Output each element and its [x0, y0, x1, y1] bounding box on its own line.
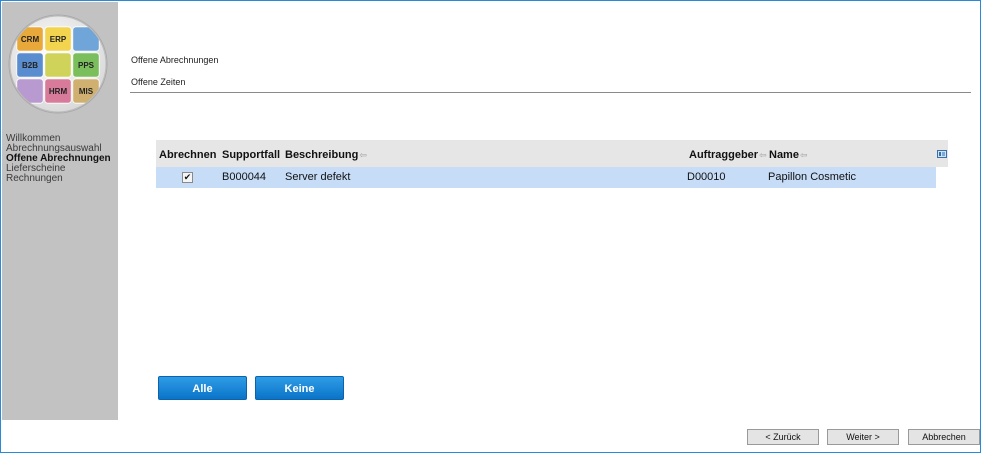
column-header-name-label: Name: [769, 149, 799, 161]
column-chooser-icon[interactable]: [937, 150, 947, 158]
logo-piece-label: CRM: [21, 35, 40, 44]
column-header-auftraggeber[interactable]: Auftraggeber⇦: [689, 149, 767, 161]
next-button[interactable]: Weiter >: [827, 429, 899, 445]
header-divider: [130, 92, 971, 93]
sidebar-nav: Willkommen Abrechnungsauswahl Offene Abr…: [6, 134, 111, 184]
cancel-button[interactable]: Abbrechen: [908, 429, 980, 445]
select-none-button[interactable]: Keine: [255, 376, 344, 400]
billing-table: Abrechnen Supportfall Beschreibung⇦ Auft…: [156, 140, 948, 188]
cell-auftraggeber: D00010: [687, 171, 726, 183]
cell-supportfall: B000044: [222, 171, 267, 183]
column-header-beschreibung-label: Beschreibung: [285, 149, 359, 161]
abrechnen-checkbox[interactable]: ✔: [182, 172, 193, 183]
header-link-offene-abrechnungen[interactable]: Offene Abrechnungen: [131, 55, 218, 65]
logo-puzzle-piece: [16, 78, 44, 104]
table-row[interactable]: ✔ B000044 Server defekt D00010 Papillon …: [156, 167, 936, 188]
column-header-supportfall-label: Supportfall: [222, 149, 281, 161]
logo-puzzle-piece: [72, 26, 100, 52]
logo-piece-label: B2B: [22, 61, 38, 70]
cell-name: Papillon Cosmetic: [768, 171, 857, 183]
sidebar: CRM ERP B2B PPS HRM MIS Willkommen Abrechnung…: [2, 2, 118, 420]
sort-arrow-icon[interactable]: ⇦: [359, 150, 367, 160]
logo-piece-label: HRM: [49, 87, 68, 96]
logo-piece-label: MIS: [79, 87, 94, 96]
column-header-name[interactable]: Name⇦: [769, 149, 808, 161]
select-all-button[interactable]: Alle: [158, 376, 247, 400]
cell-beschreibung: Server defekt: [285, 171, 351, 183]
column-header-auftraggeber-label: Auftraggeber: [689, 149, 759, 161]
sort-arrow-icon[interactable]: ⇦: [759, 150, 767, 160]
table-header: Abrechnen Supportfall Beschreibung⇦ Auft…: [156, 140, 948, 167]
column-header-abrechnen-label: Abrechnen: [159, 149, 217, 161]
sort-arrow-icon[interactable]: ⇦: [800, 150, 808, 160]
column-header-supportfall: Supportfall: [222, 149, 280, 161]
header-link-offene-zeiten[interactable]: Offene Zeiten: [131, 77, 185, 87]
puzzle-globe-logo: CRM ERP B2B PPS HRM MIS: [8, 14, 108, 114]
back-button[interactable]: < Zurück: [747, 429, 819, 445]
logo-puzzle-piece: [44, 52, 72, 78]
column-header-beschreibung[interactable]: Beschreibung⇦: [285, 149, 367, 161]
logo-piece-label: PPS: [78, 61, 95, 70]
logo-piece-label: ERP: [50, 35, 67, 44]
column-header-abrechnen: Abrechnen: [159, 149, 216, 161]
app-window: CRM ERP B2B PPS HRM MIS Willkommen Abrechnung…: [0, 0, 981, 453]
sidebar-item-rechnungen[interactable]: Rechnungen: [6, 174, 111, 184]
